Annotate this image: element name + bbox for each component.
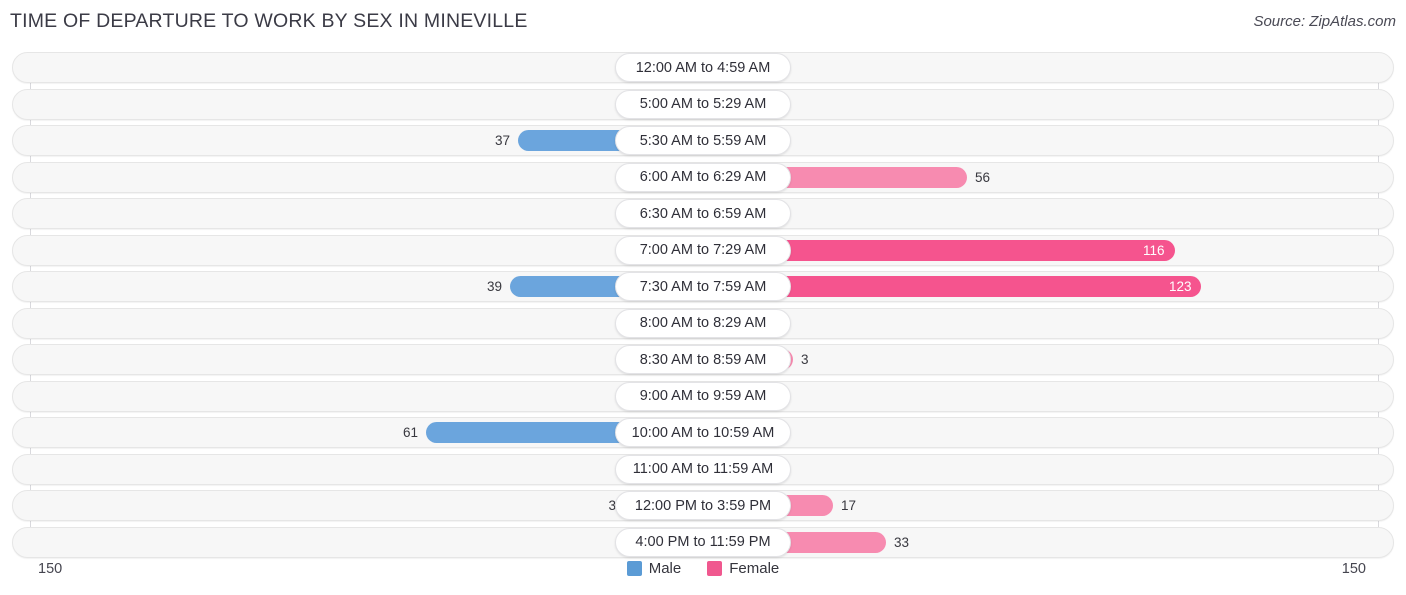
- chart-row[interactable]: 0566:00 AM to 6:29 AM: [12, 161, 1394, 193]
- legend-item-female[interactable]: Female: [707, 560, 779, 577]
- chart-row[interactable]: 006:30 AM to 6:59 AM: [12, 198, 1394, 229]
- chart-legend: Male Female: [0, 560, 1406, 577]
- category-label-pill[interactable]: 4:00 PM to 11:59 PM: [615, 527, 791, 557]
- male-value-label: 39: [486, 279, 502, 294]
- category-label-pill[interactable]: 12:00 PM to 3:59 PM: [615, 491, 791, 520]
- female-value-label: 116: [1143, 242, 1165, 258]
- category-label-pill[interactable]: 8:00 AM to 8:29 AM: [615, 308, 791, 338]
- category-label-pill[interactable]: 7:30 AM to 7:59 AM: [615, 272, 791, 301]
- female-value-label: 3: [801, 352, 809, 367]
- legend-label-female: Female: [729, 560, 780, 577]
- legend-label-male: Male: [648, 560, 682, 577]
- chart-page: TIME OF DEPARTURE TO WORK BY SEX IN MINE…: [0, 0, 1406, 595]
- male-value-label: 37: [494, 133, 510, 148]
- chart-row[interactable]: 0011:00 AM to 11:59 AM: [12, 453, 1394, 485]
- chart-row[interactable]: 038:30 AM to 8:59 AM: [12, 344, 1394, 375]
- category-label-pill[interactable]: 5:00 AM to 5:29 AM: [615, 89, 791, 119]
- category-label-pill[interactable]: 11:00 AM to 11:59 AM: [615, 454, 791, 484]
- category-label-pill[interactable]: 10:00 AM to 10:59 AM: [615, 418, 791, 447]
- chart-row[interactable]: 005:00 AM to 5:29 AM: [12, 88, 1394, 120]
- category-label-pill[interactable]: 9:00 AM to 9:59 AM: [615, 381, 791, 411]
- female-value-label: 56: [975, 169, 991, 185]
- legend-swatch-female-icon: [707, 561, 723, 576]
- female-value-label: 17: [841, 498, 857, 513]
- source-attribution: Source: ZipAtlas.com: [1253, 13, 1396, 30]
- legend-swatch-male-icon: [626, 561, 642, 576]
- chart-row[interactable]: 0334:00 PM to 11:59 PM: [12, 526, 1394, 558]
- category-label-pill[interactable]: 8:30 AM to 8:59 AM: [615, 345, 791, 374]
- legend-item-male[interactable]: Male: [626, 560, 682, 577]
- chart-row[interactable]: 01167:00 AM to 7:29 AM: [12, 234, 1394, 266]
- male-value-label: 61: [402, 425, 418, 440]
- chart-row[interactable]: 009:00 AM to 9:59 AM: [12, 380, 1394, 412]
- chart-row[interactable]: 0012:00 AM to 4:59 AM: [12, 52, 1394, 83]
- chart-row[interactable]: 39 123 7:30 AM to 7:59 AM: [12, 271, 1394, 302]
- female-value-label: 123: [1169, 279, 1192, 294]
- chart-row[interactable]: 008:00 AM to 8:29 AM: [12, 307, 1394, 339]
- chart-plot-area: 0012:00 AM to 4:59 AM 005:00 AM to 5:29 A…: [12, 52, 1394, 558]
- category-label-pill[interactable]: 6:30 AM to 6:59 AM: [615, 199, 791, 228]
- chart-row[interactable]: 3705:30 AM to 5:59 AM: [12, 125, 1394, 156]
- chart-row[interactable]: 61010:00 AM to 10:59 AM: [12, 417, 1394, 448]
- category-label-pill[interactable]: 12:00 AM to 4:59 AM: [615, 53, 791, 82]
- page-title: TIME OF DEPARTURE TO WORK BY SEX IN MINE…: [10, 10, 528, 32]
- category-label-pill[interactable]: 6:00 AM to 6:29 AM: [615, 162, 791, 192]
- chart-row[interactable]: 3 17 12:00 PM to 3:59 PM: [12, 490, 1394, 521]
- category-label-pill[interactable]: 5:30 AM to 5:59 AM: [615, 126, 791, 155]
- female-value-label: 33: [894, 534, 910, 550]
- category-label-pill[interactable]: 7:00 AM to 7:29 AM: [615, 235, 791, 265]
